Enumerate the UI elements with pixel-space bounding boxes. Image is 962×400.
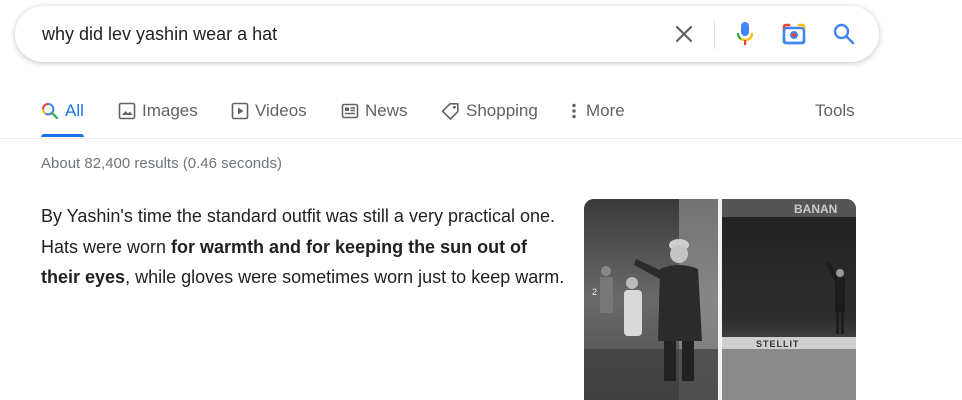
search-divider bbox=[714, 21, 715, 49]
lens-icon[interactable] bbox=[781, 21, 807, 47]
tab-videos[interactable]: Videos bbox=[231, 86, 307, 136]
tab-more[interactable]: More bbox=[568, 86, 625, 136]
tab-news-label: News bbox=[365, 101, 408, 120]
search-tabs: All Images Videos News Shopping More Too… bbox=[0, 86, 962, 139]
videos-icon bbox=[231, 102, 249, 120]
snippet-text-2: , while gloves were sometimes worn just … bbox=[125, 267, 565, 287]
search-icon bbox=[41, 103, 59, 120]
search-box[interactable]: why did lev yashin wear a hat bbox=[15, 6, 879, 62]
snippet-photo: 2 BANAN STELLIT bbox=[584, 199, 856, 400]
ad-board: STELLIT bbox=[756, 339, 800, 349]
stadium-sign: BANAN bbox=[794, 202, 837, 216]
active-tab-indicator bbox=[41, 134, 84, 137]
more-icon bbox=[572, 103, 576, 119]
tab-shopping[interactable]: Shopping bbox=[441, 86, 538, 136]
shirt-number: 2 bbox=[592, 287, 597, 297]
news-icon bbox=[341, 103, 359, 119]
clear-icon[interactable] bbox=[671, 21, 697, 47]
shopping-icon bbox=[441, 103, 459, 120]
tab-more-label: More bbox=[586, 101, 625, 120]
tab-news[interactable]: News bbox=[341, 86, 408, 136]
tools-label: Tools bbox=[815, 101, 855, 120]
featured-snippet-text: By Yashin's time the standard outfit was… bbox=[41, 201, 566, 293]
tab-videos-label: Videos bbox=[255, 101, 307, 120]
tab-all-label: All bbox=[65, 101, 84, 120]
result-stats: About 82,400 results (0.46 seconds) bbox=[41, 155, 282, 172]
tab-images-label: Images bbox=[142, 101, 198, 120]
snippet-image[interactable]: 2 BANAN STELLIT bbox=[584, 199, 856, 400]
tools-button[interactable]: Tools bbox=[815, 86, 855, 136]
tab-shopping-label: Shopping bbox=[466, 101, 538, 120]
images-icon bbox=[118, 102, 136, 120]
tab-images[interactable]: Images bbox=[118, 86, 198, 136]
search-icon[interactable] bbox=[831, 21, 857, 47]
tab-all[interactable]: All bbox=[41, 86, 84, 137]
mic-icon[interactable] bbox=[732, 21, 758, 47]
search-input[interactable]: why did lev yashin wear a hat bbox=[42, 6, 277, 62]
